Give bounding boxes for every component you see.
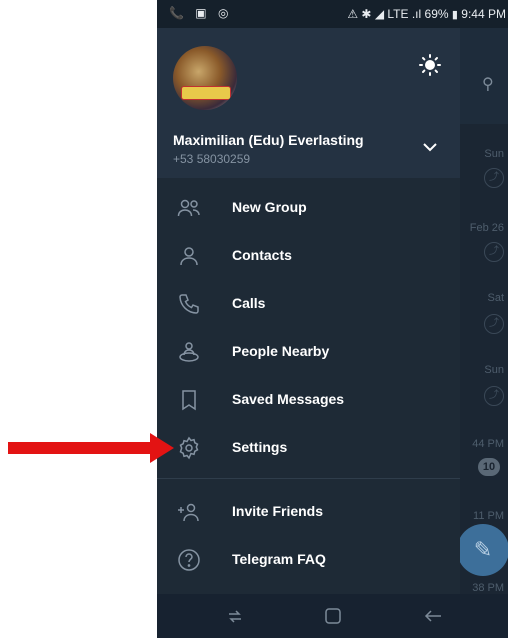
status-right: ⚠ ✱ ◢ LTE .ıl 69% ▮ 9:44 PM xyxy=(347,7,506,21)
chat-time: 38 PM xyxy=(472,582,504,594)
faq-icon xyxy=(177,548,201,572)
menu-item-contacts[interactable]: Contacts xyxy=(157,232,460,280)
compose-fab[interactable]: ✎ xyxy=(457,524,508,576)
menu-item-label: Calls xyxy=(232,295,266,311)
menu-item-label: Saved Messages xyxy=(232,391,345,407)
menu-item-invite-friends[interactable]: Invite Friends xyxy=(157,488,460,536)
pin-icon: ⤴ xyxy=(484,386,504,406)
menu-item-calls[interactable]: Calls xyxy=(157,280,460,328)
calls-icon xyxy=(177,292,201,316)
battery-icon: ▮ xyxy=(451,9,458,21)
invite-friends-icon xyxy=(177,500,201,524)
avatar-banner xyxy=(181,86,231,100)
menu-item-label: People Nearby xyxy=(232,343,330,359)
sun-icon[interactable] xyxy=(419,54,441,76)
annotation-arrow-shaft xyxy=(8,442,154,454)
drawer-header: Maximilian (Edu) Everlasting +53 5803025… xyxy=(157,28,460,178)
background-toolbar: ⚲ xyxy=(460,28,508,124)
menu-item-label: Contacts xyxy=(232,247,292,263)
menu-item-saved-messages[interactable]: Saved Messages xyxy=(157,376,460,424)
menu-item-label: Telegram FAQ xyxy=(232,551,326,567)
menu-item-label: New Group xyxy=(232,199,307,215)
saved-messages-icon xyxy=(177,388,201,412)
pin-icon: ⤴ xyxy=(484,314,504,334)
menu-item-telegram-faq[interactable]: Telegram FAQ xyxy=(157,536,460,584)
back-icon[interactable] xyxy=(423,606,443,626)
chat-time: Sun xyxy=(484,364,504,376)
chat-time: 44 PM xyxy=(472,438,504,450)
contacts-icon xyxy=(177,244,201,268)
menu-item-settings[interactable]: Settings xyxy=(157,424,460,472)
status-indicators: ⚠ ✱ ◢ LTE .ıl xyxy=(347,7,422,21)
avatar[interactable] xyxy=(173,46,237,110)
settings-icon xyxy=(177,436,201,460)
status-bar: 📞 ▣ ◎ ⚠ ✱ ◢ LTE .ıl 69% ▮ 9:44 PM xyxy=(157,0,508,28)
unread-badge: 10 xyxy=(478,458,500,476)
menu-item-label: Settings xyxy=(232,439,288,455)
home-icon[interactable] xyxy=(323,606,343,626)
navigation-drawer: Maximilian (Edu) Everlasting +53 5803025… xyxy=(157,28,460,594)
clock: 9:44 PM xyxy=(461,7,506,21)
menu-item-new-group[interactable]: New Group xyxy=(157,184,460,232)
profile-name: Maximilian (Edu) Everlasting xyxy=(173,132,364,148)
chat-time: Feb 26 xyxy=(469,222,504,234)
people-nearby-icon xyxy=(177,340,201,364)
status-left-icons: 📞 ▣ ◎ xyxy=(169,6,233,20)
new-group-icon xyxy=(177,196,201,220)
battery-level: 69% xyxy=(424,7,449,21)
menu-item-label: Invite Friends xyxy=(232,503,324,519)
menu-item-people-nearby[interactable]: People Nearby xyxy=(157,328,460,376)
menu-divider xyxy=(157,478,460,479)
chevron-down-icon[interactable] xyxy=(421,138,439,156)
chat-time: Sat xyxy=(487,292,504,304)
recent-apps-icon[interactable] xyxy=(225,606,245,626)
annotation-arrow-head xyxy=(150,433,174,463)
pin-icon: ⤴ xyxy=(484,242,504,262)
chat-time: Sun xyxy=(484,148,504,160)
profile-phone: +53 58030259 xyxy=(173,152,251,166)
search-icon[interactable]: ⚲ xyxy=(482,74,494,94)
pin-icon: ⤴ xyxy=(484,168,504,188)
chat-time: 11 PM xyxy=(473,510,504,522)
system-nav-bar xyxy=(157,594,508,638)
